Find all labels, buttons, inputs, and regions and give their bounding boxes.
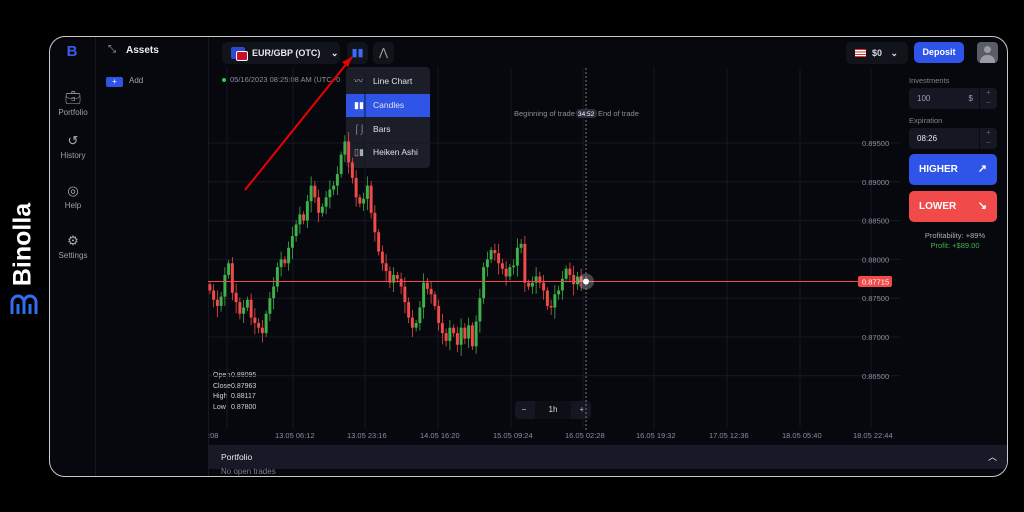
binolla-brand: Binolla xyxy=(4,190,44,320)
nav-history[interactable]: ↺ History xyxy=(50,133,96,160)
menu-label: Candles xyxy=(373,100,405,110)
history-icon: ↺ xyxy=(67,133,79,148)
ohlc-readout: Open0.88095 Close0.87963 High 0.88117 Low… xyxy=(213,371,256,413)
asset-selector[interactable]: EUR/GBP (OTC) ⌄ xyxy=(222,42,340,64)
heiken-ashi-icon: ▯▮ xyxy=(354,147,364,157)
chevron-up-icon[interactable]: ︿ xyxy=(988,445,997,469)
nav-label: Settings xyxy=(58,251,88,260)
server-time: 05/16/2023 08:25:08 AM (UTC+0 xyxy=(222,75,340,84)
nav-help[interactable]: ◎ Help xyxy=(50,183,96,210)
brand-name: Binolla xyxy=(8,202,37,287)
investment-input[interactable]: 100 $ + − xyxy=(909,88,997,109)
compass-icon: ⋀ xyxy=(378,47,389,59)
briefcase-icon: 💼︎ xyxy=(64,90,82,105)
trade-panel: $0 ⌄ Deposit Investments 100 $ + − Expirati… xyxy=(846,37,1007,445)
menu-item-candles[interactable]: ▮▮ Candles xyxy=(346,94,430,117)
lifebuoy-icon: ◎ xyxy=(67,183,79,198)
close-label: Close xyxy=(213,382,231,390)
open-label: Open xyxy=(213,372,231,379)
sidebar-nav: B 💼︎ Portfolio ↺ History ◎ Help ⚙ Settings xyxy=(50,37,96,476)
expiration-value: 08:26 xyxy=(917,134,938,143)
arrow-up-right-icon: ↗ xyxy=(977,163,987,175)
gear-icon: ⚙ xyxy=(67,233,79,248)
lower-button[interactable]: LOWER ↘ xyxy=(909,191,997,222)
add-asset-button[interactable]: + xyxy=(106,77,123,87)
profitability: Profitability: +89% xyxy=(924,231,986,240)
menu-item-line-chart[interactable]: 〰 Line Chart xyxy=(346,70,430,93)
chart-type-button[interactable]: ▮▮ xyxy=(347,42,368,64)
chevron-down-icon: ⌄ xyxy=(330,48,339,58)
assets-title: Assets xyxy=(126,45,159,56)
timeframe-control: − 1h + xyxy=(515,401,591,419)
timestamp: 05/16/2023 08:25:08 AM (UTC+0 xyxy=(230,75,341,84)
expiration-input[interactable]: 08:26 + − xyxy=(909,128,997,149)
balance: $0 xyxy=(872,48,883,58)
higher-button[interactable]: HIGHER ↗ xyxy=(909,154,997,185)
zoom-out-button[interactable]: − xyxy=(515,401,533,419)
portfolio-title: Portfolio xyxy=(221,452,253,462)
app-window: B 💼︎ Portfolio ↺ History ◎ Help ⚙ Settings ⤡… xyxy=(49,36,1008,477)
no-trades-text: No open trades xyxy=(221,467,276,476)
lower-label: LOWER xyxy=(919,201,957,212)
high-label: High xyxy=(213,393,228,400)
nav-portfolio[interactable]: 💼︎ Portfolio xyxy=(50,90,96,117)
drawing-tools-button[interactable]: ⋀ xyxy=(373,42,394,64)
low-value: 0.87800 xyxy=(231,403,257,411)
menu-label: Heiken Ashi xyxy=(373,147,418,157)
profit: Profit: +$89.00 xyxy=(930,241,980,250)
balance-selector[interactable]: $0 ⌄ xyxy=(846,42,908,64)
nav-label: Help xyxy=(64,201,82,210)
nav-label: Portfolio xyxy=(58,108,88,117)
menu-item-bars[interactable]: ⌠⌡ Bars xyxy=(346,118,430,141)
investments-label: Investments xyxy=(909,76,950,85)
arrow-down-right-icon: ↘ xyxy=(977,200,987,212)
currency: $ xyxy=(968,94,973,103)
menu-item-heiken-ashi[interactable]: ▯▮ Heiken Ashi xyxy=(346,141,430,164)
us-flag-icon xyxy=(855,49,866,57)
low-label: Low xyxy=(213,403,226,411)
bars-icon: ⌠⌡ xyxy=(354,124,365,134)
portfolio-bar[interactable]: Portfolio ︿ xyxy=(209,445,1007,469)
zoom-in-button[interactable]: + xyxy=(573,401,591,419)
binolla-logo-icon xyxy=(10,294,38,314)
nav-label: History xyxy=(60,151,86,160)
menu-label: Line Chart xyxy=(373,76,413,86)
menu-label: Bars xyxy=(373,124,391,134)
avatar[interactable] xyxy=(977,42,998,63)
nav-settings[interactable]: ⚙ Settings xyxy=(50,233,96,260)
app-logo-icon: B xyxy=(66,43,78,60)
status-dot xyxy=(222,78,226,82)
chart-type-menu: 〰 Line Chart ▮▮ Candles ⌠⌡ Bars ▯▮ Heiken As… xyxy=(346,67,430,168)
open-value: 0.88095 xyxy=(231,372,257,379)
deposit-button[interactable]: Deposit xyxy=(914,42,964,63)
assets-panel: ⤡ Assets + Add xyxy=(96,37,209,476)
pair-label: EUR/GBP (OTC) xyxy=(252,48,321,58)
expiration-stepper[interactable]: + − xyxy=(979,128,997,149)
investment-value: 100 xyxy=(917,94,931,103)
investment-stepper[interactable]: + − xyxy=(979,88,997,109)
add-label[interactable]: Add xyxy=(129,76,143,85)
eur-gbp-flag-icon xyxy=(231,47,248,61)
timeframe-value[interactable]: 1h xyxy=(535,401,571,419)
expiration-label: Expiration xyxy=(909,116,943,125)
candles-icon: ▮▮ xyxy=(351,47,364,59)
higher-label: HIGHER xyxy=(919,164,958,175)
collapse-icon[interactable]: ⤡ xyxy=(108,44,116,55)
line-chart-icon: 〰 xyxy=(354,76,364,86)
close-value: 0.87963 xyxy=(231,382,257,390)
chevron-down-icon: ⌄ xyxy=(890,48,899,58)
candles-icon: ▮▮ xyxy=(354,100,364,110)
high-value: 0.88117 xyxy=(231,393,256,400)
